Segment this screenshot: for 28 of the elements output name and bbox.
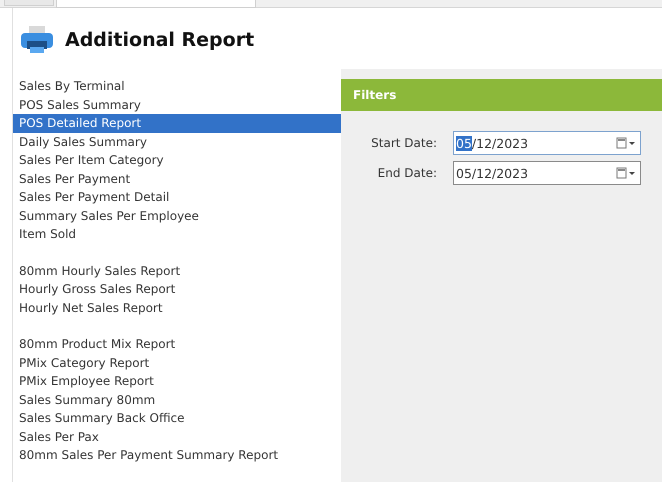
date-field[interactable]: 05/12/2023 xyxy=(453,161,641,185)
report-list-item[interactable]: PMix Employee Report xyxy=(13,372,341,390)
report-list-item[interactable]: 80mm Product Mix Report xyxy=(13,335,341,354)
field-label: Start Date: xyxy=(370,136,438,150)
report-list-item[interactable]: Sales Summary 80mm xyxy=(13,390,341,409)
report-list-item[interactable]: Sales By Terminal xyxy=(13,77,341,96)
calendar-dropdown-icon[interactable] xyxy=(616,137,636,149)
report-list-item[interactable]: Summary Sales Per Employee xyxy=(13,206,341,225)
report-list-item[interactable]: 80mm Sales Per Payment Summary Report xyxy=(13,446,341,464)
report-list-item[interactable]: Item Sold xyxy=(13,225,341,244)
report-list-item[interactable]: Sales Per Item Category xyxy=(13,151,341,170)
field-label: End Date: xyxy=(376,166,438,180)
page-title: Additional Report xyxy=(65,29,254,51)
report-list-item[interactable]: POS Sales Summary xyxy=(13,96,341,114)
report-list-item[interactable]: PMix Category Report xyxy=(13,354,341,372)
report-list-item[interactable]: Daily Sales Summary xyxy=(13,132,341,151)
report-list-item[interactable]: Sales Per Payment xyxy=(13,170,341,188)
report-list-item[interactable]: Hourly Gross Sales Report xyxy=(13,280,341,298)
report-list-item[interactable]: 80mm Hourly Sales Report xyxy=(13,262,341,280)
report-list-item[interactable]: Sales Per Payment Detail xyxy=(13,188,341,206)
filters-title: Filters xyxy=(353,88,396,102)
printer-icon xyxy=(19,25,55,55)
report-list-item[interactable]: Sales Summary Back Office xyxy=(13,409,341,428)
report-list-item[interactable]: Sales Per Pax xyxy=(13,428,341,446)
date-field[interactable]: 05/12/2023 xyxy=(453,131,641,155)
calendar-dropdown-icon[interactable] xyxy=(616,167,636,179)
report-list-item[interactable]: POS Detailed Report xyxy=(13,114,341,132)
report-list-item[interactable]: Hourly Net Sales Report xyxy=(13,298,341,317)
